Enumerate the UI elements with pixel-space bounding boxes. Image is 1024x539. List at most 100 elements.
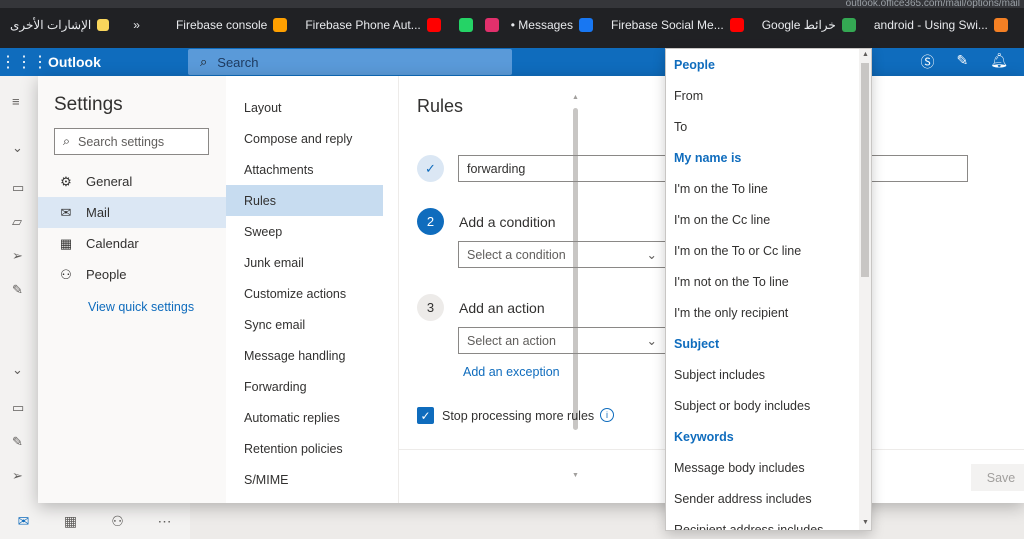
- subnav-item[interactable]: Customize actions: [226, 278, 383, 309]
- bookmark-item[interactable]: Firebase Social Me...: [611, 18, 750, 32]
- chevron-down-icon: ⌄: [646, 248, 657, 262]
- inbox-icon[interactable]: ▭: [12, 400, 24, 416]
- notifications-icon[interactable]: 🔔︎: [990, 52, 1008, 72]
- chevron-down-icon[interactable]: ⌄: [12, 140, 23, 156]
- menu-group-header: Keywords: [674, 429, 734, 444]
- more-icon[interactable]: ⋯: [141, 513, 188, 530]
- bookmark-item[interactable]: Firebase Phone Aut...: [305, 18, 446, 32]
- nav-general[interactable]: ⚙ General: [38, 166, 226, 197]
- bookmark-item[interactable]: [458, 18, 473, 32]
- settings-nav: Settings ⌕ Search settings ⚙ General ✉ M…: [38, 76, 226, 503]
- scroll-up-icon[interactable]: ▲: [862, 51, 869, 58]
- subnav-item[interactable]: Junk email: [226, 247, 383, 278]
- header-actions: Ⓢ ✎ 🔔︎: [920, 52, 1008, 72]
- menu-option[interactable]: Message body includes: [666, 452, 860, 483]
- condition-dropdown-menu: ▲ ▼ People From To My name is I'm on the To …: [665, 48, 872, 531]
- menu-option[interactable]: From: [666, 80, 860, 111]
- menu-option[interactable]: Sender address includes: [666, 483, 860, 514]
- compose-icon[interactable]: ✎: [956, 52, 968, 72]
- bookmark-label: android - Using Swi...: [873, 18, 988, 32]
- send-icon[interactable]: ➢: [12, 248, 23, 264]
- settings-title: Settings: [54, 94, 123, 115]
- hamburger-icon[interactable]: ≡: [12, 94, 20, 109]
- bookmark-item[interactable]: • Messages: [511, 18, 599, 32]
- subnav-item[interactable]: Sync email: [226, 309, 383, 340]
- menu-scrollbar-thumb[interactable]: [861, 63, 869, 277]
- skype-icon[interactable]: Ⓢ: [920, 52, 934, 72]
- search-placeholder: Search: [217, 54, 259, 70]
- action-placeholder: Select an action: [467, 333, 556, 348]
- search-icon: ⌕: [200, 54, 208, 69]
- stop-processing-checkbox[interactable]: ✓: [417, 407, 434, 424]
- add-action-label: Add an action: [459, 300, 545, 316]
- youtube-icon: [426, 18, 441, 32]
- menu-group-header: People: [674, 57, 715, 72]
- nav-people[interactable]: ⚇ People: [38, 259, 226, 290]
- subnav-item[interactable]: Message handling: [226, 340, 383, 371]
- folder-icon[interactable]: ▱: [12, 214, 22, 230]
- subnav-item[interactable]: S/MIME: [226, 464, 383, 495]
- nav-label: Calendar: [86, 236, 139, 251]
- chevron-down-icon[interactable]: ⌄: [12, 362, 23, 378]
- menu-option[interactable]: Subject or body includes: [666, 390, 860, 421]
- stop-processing-label: Stop processing more rules: [442, 409, 595, 423]
- other-bookmarks[interactable]: الإشارات الأخرى: [10, 18, 110, 32]
- step2-badge: 2: [417, 208, 444, 235]
- maps-icon: [841, 18, 856, 32]
- bookmark-item[interactable]: Firebase console: [176, 18, 293, 32]
- bookmark-item[interactable]: »: [133, 18, 164, 32]
- bookmark-label: Firebase Phone Aut...: [305, 18, 421, 32]
- menu-option[interactable]: Recipient address includes: [666, 514, 860, 531]
- subnav-item[interactable]: Sweep: [226, 216, 383, 247]
- mail-icon[interactable]: ✉: [0, 513, 47, 530]
- menu-option[interactable]: I'm on the To line: [666, 173, 860, 204]
- subnav-item[interactable]: Attachments: [226, 154, 383, 185]
- menu-option[interactable]: I'm not on the To line: [666, 266, 860, 297]
- scroll-down-icon[interactable]: ▼: [862, 519, 869, 526]
- action-select[interactable]: Select an action ⌄: [458, 327, 666, 354]
- search-box[interactable]: ⌕ Search: [188, 49, 512, 75]
- bookmarks-bar: outlook.office365.com/mail/options/mail …: [0, 0, 1024, 48]
- gear-icon: ⚙: [60, 173, 72, 189]
- menu-option[interactable]: Subject includes: [666, 359, 860, 390]
- menu-option[interactable]: To: [666, 111, 860, 142]
- outlook-brand[interactable]: Outlook: [48, 54, 101, 70]
- folder-icon: [97, 19, 110, 31]
- add-exception-link[interactable]: Add an exception: [463, 365, 560, 379]
- menu-option[interactable]: I'm the only recipient: [666, 297, 860, 328]
- menu-option[interactable]: I'm on the To or Cc line: [666, 235, 860, 266]
- mail-icon: ✉: [60, 204, 72, 220]
- search-settings-placeholder: Search settings: [78, 134, 165, 149]
- save-button[interactable]: Save: [971, 464, 1024, 491]
- bookmark-list: الإشارات الأخرى » Firebase console Firebas…: [0, 10, 1024, 40]
- view-quick-settings-link[interactable]: View quick settings: [88, 300, 194, 314]
- app-launcher-icon[interactable]: ⋮⋮⋮: [0, 52, 48, 72]
- pencil-icon[interactable]: ✎: [12, 434, 23, 450]
- subnav-item[interactable]: Layout: [226, 92, 383, 123]
- nav-label: General: [86, 174, 133, 189]
- bookmark-item[interactable]: android - Using Swi...: [874, 18, 1014, 32]
- subnav-item[interactable]: Compose and reply: [226, 123, 383, 154]
- calendar-icon[interactable]: ▦: [47, 513, 94, 530]
- people-icon[interactable]: ⚇: [94, 513, 141, 530]
- send-icon[interactable]: ➢: [12, 468, 23, 484]
- condition-select[interactable]: Select a condition ⌄: [458, 241, 666, 268]
- subnav-item[interactable]: Automatic replies: [226, 402, 383, 433]
- step3-badge: 3: [417, 294, 444, 321]
- nav-mail[interactable]: ✉ Mail: [38, 197, 226, 228]
- bookmark-item[interactable]: Google خرائط: [762, 18, 862, 32]
- bookmark-item[interactable]: [484, 18, 499, 32]
- inbox-icon[interactable]: ▭: [12, 180, 24, 196]
- subnav-item[interactable]: Retention policies: [226, 433, 383, 464]
- calendar-icon: ▦: [59, 235, 73, 251]
- info-icon[interactable]: i: [600, 408, 614, 422]
- instagram-icon: [484, 18, 499, 32]
- subnav-item[interactable]: Forwarding: [226, 371, 383, 402]
- chevron-icon: »: [133, 18, 140, 32]
- menu-option[interactable]: I'm on the Cc line: [666, 204, 860, 235]
- subnav-item[interactable]: Rules: [226, 185, 383, 216]
- app-rail: ≡ ⌄ ▭ ▱ ➢ ✎ ⌄ ▭ ✎ ➢: [0, 76, 38, 539]
- search-settings-input[interactable]: ⌕ Search settings: [54, 128, 209, 155]
- pencil-icon[interactable]: ✎: [12, 282, 23, 298]
- nav-calendar[interactable]: ▦ Calendar: [38, 228, 226, 259]
